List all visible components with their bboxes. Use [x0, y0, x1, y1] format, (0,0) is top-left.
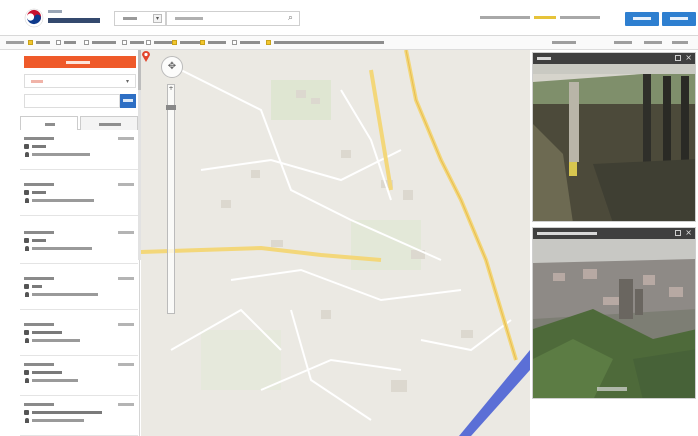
list-search-button[interactable] [120, 94, 136, 108]
top-header: ▾ ⌕ [0, 0, 698, 36]
close-icon[interactable]: × [685, 53, 692, 63]
filter-option[interactable] [614, 41, 632, 44]
tab-history[interactable] [80, 116, 138, 130]
chevron-down-icon: ▾ [153, 14, 162, 23]
cctv-panel-bridge[interactable]: × [532, 52, 696, 222]
search-input[interactable]: ⌕ [166, 11, 300, 26]
list-item[interactable] [20, 398, 138, 436]
river-bridge-image [533, 64, 695, 221]
app-root: ▾ ⌕ ▾ ✥ + × × [0, 0, 698, 436]
list-search-input[interactable] [24, 94, 120, 108]
close-icon[interactable]: × [685, 228, 692, 238]
cctv-title [537, 232, 597, 235]
layer-filter-bar [0, 36, 698, 50]
government-logo-icon[interactable] [24, 8, 44, 28]
filter-option[interactable] [672, 41, 688, 44]
cctv-panel-header: × [533, 228, 695, 239]
cctv-panel-city[interactable]: × [532, 227, 696, 399]
map-canvas [141, 50, 530, 436]
zoom-slider[interactable]: + [166, 84, 176, 314]
tab-current[interactable] [20, 116, 78, 130]
cctv-feed-bridge [533, 64, 695, 221]
map-view[interactable]: ✥ + [141, 50, 530, 436]
cctv-feed-city [533, 239, 695, 398]
agency-name[interactable] [48, 8, 100, 30]
cctv-panel-header: × [533, 53, 695, 64]
list-tabs [20, 116, 138, 130]
chevron-down-icon: ▾ [125, 78, 129, 85]
region-select[interactable]: ▾ [114, 11, 166, 26]
filter-label [6, 41, 24, 44]
map-pan-control[interactable]: ✥ [161, 56, 183, 78]
category-select[interactable]: ▾ [24, 74, 136, 88]
maximize-icon[interactable] [675, 55, 681, 61]
status-text [480, 16, 620, 20]
list-item[interactable] [20, 132, 138, 170]
city-aerial-image [533, 239, 695, 398]
maximize-icon[interactable] [675, 230, 681, 236]
header-button-left[interactable] [625, 12, 659, 26]
list-item[interactable] [20, 226, 138, 264]
zoom-handle[interactable] [166, 105, 176, 110]
list-item[interactable] [20, 318, 138, 356]
search-icon[interactable]: ⌕ [288, 13, 293, 23]
report-button[interactable] [24, 56, 136, 68]
filter-checkbox[interactable] [266, 40, 386, 45]
location-pin-icon[interactable] [141, 50, 151, 62]
list-item[interactable] [20, 358, 138, 396]
incident-list-panel: ▾ [16, 50, 140, 436]
list-item[interactable] [20, 272, 138, 310]
zoom-in-icon[interactable]: + [168, 86, 174, 92]
list-item[interactable] [20, 178, 138, 216]
filter-option[interactable] [644, 41, 662, 44]
cctv-title [537, 57, 551, 60]
filter-option[interactable] [552, 41, 576, 44]
header-button-right[interactable] [662, 12, 696, 26]
